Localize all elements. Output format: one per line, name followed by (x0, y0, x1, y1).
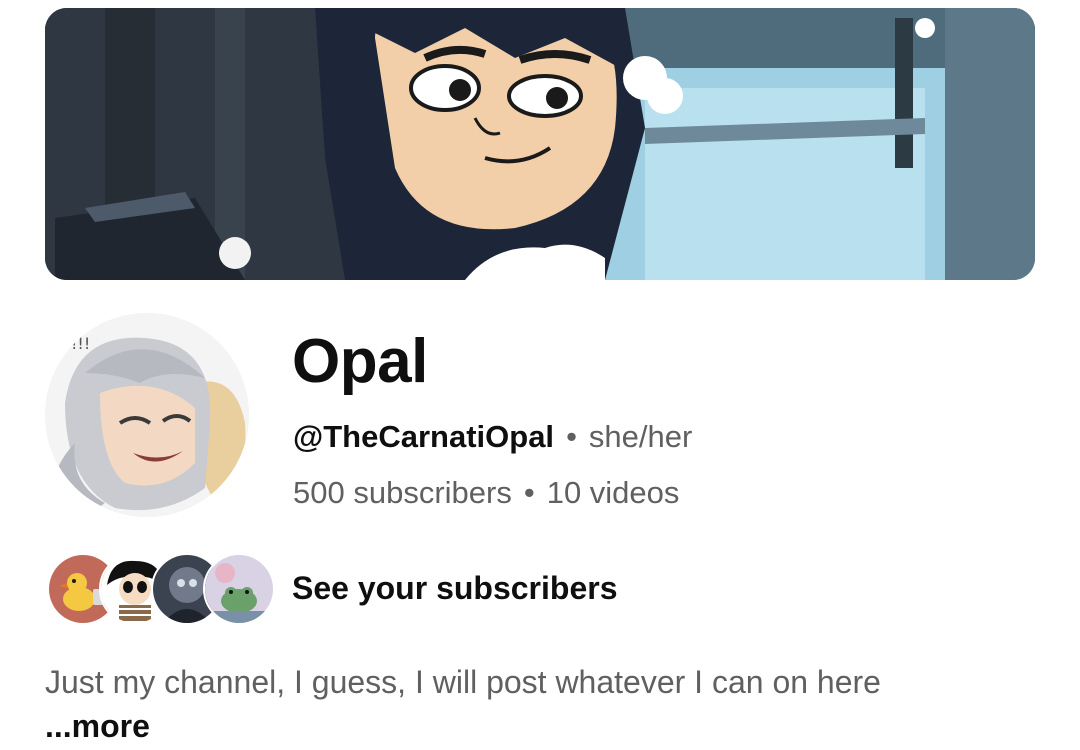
channel-handle: @TheCarnatiOpal (293, 419, 555, 454)
subscriber-count: 500 subscribers (293, 475, 512, 510)
separator-dot: • (566, 419, 577, 454)
see-subscribers-link[interactable]: See your subscribers (292, 568, 617, 608)
avatar-illustration: !!! (45, 313, 249, 517)
channel-name: Opal (292, 327, 428, 396)
channel-handle-line: @TheCarnatiOpal • she/her (293, 418, 692, 456)
separator-dot: • (523, 475, 535, 510)
channel-stats-line: 500 subscribers • 10 videos (293, 474, 679, 512)
subscriber-avatar-stack (47, 553, 275, 625)
channel-description[interactable]: Just my channel, I guess, I will post wh… (45, 660, 895, 748)
video-count: 10 videos (546, 475, 680, 510)
channel-avatar[interactable]: !!! (45, 313, 249, 517)
frog-avatar-icon (203, 553, 275, 625)
svg-text:!!!: !!! (71, 334, 90, 353)
channel-pronouns: she/her (588, 419, 693, 454)
banner-illustration (45, 8, 1035, 280)
description-text: Just my channel, I guess, I will post wh… (45, 664, 881, 700)
channel-banner (45, 8, 1035, 280)
see-subscribers-row[interactable]: See your subscribers (47, 553, 747, 625)
more-link[interactable]: ...more (45, 708, 150, 744)
